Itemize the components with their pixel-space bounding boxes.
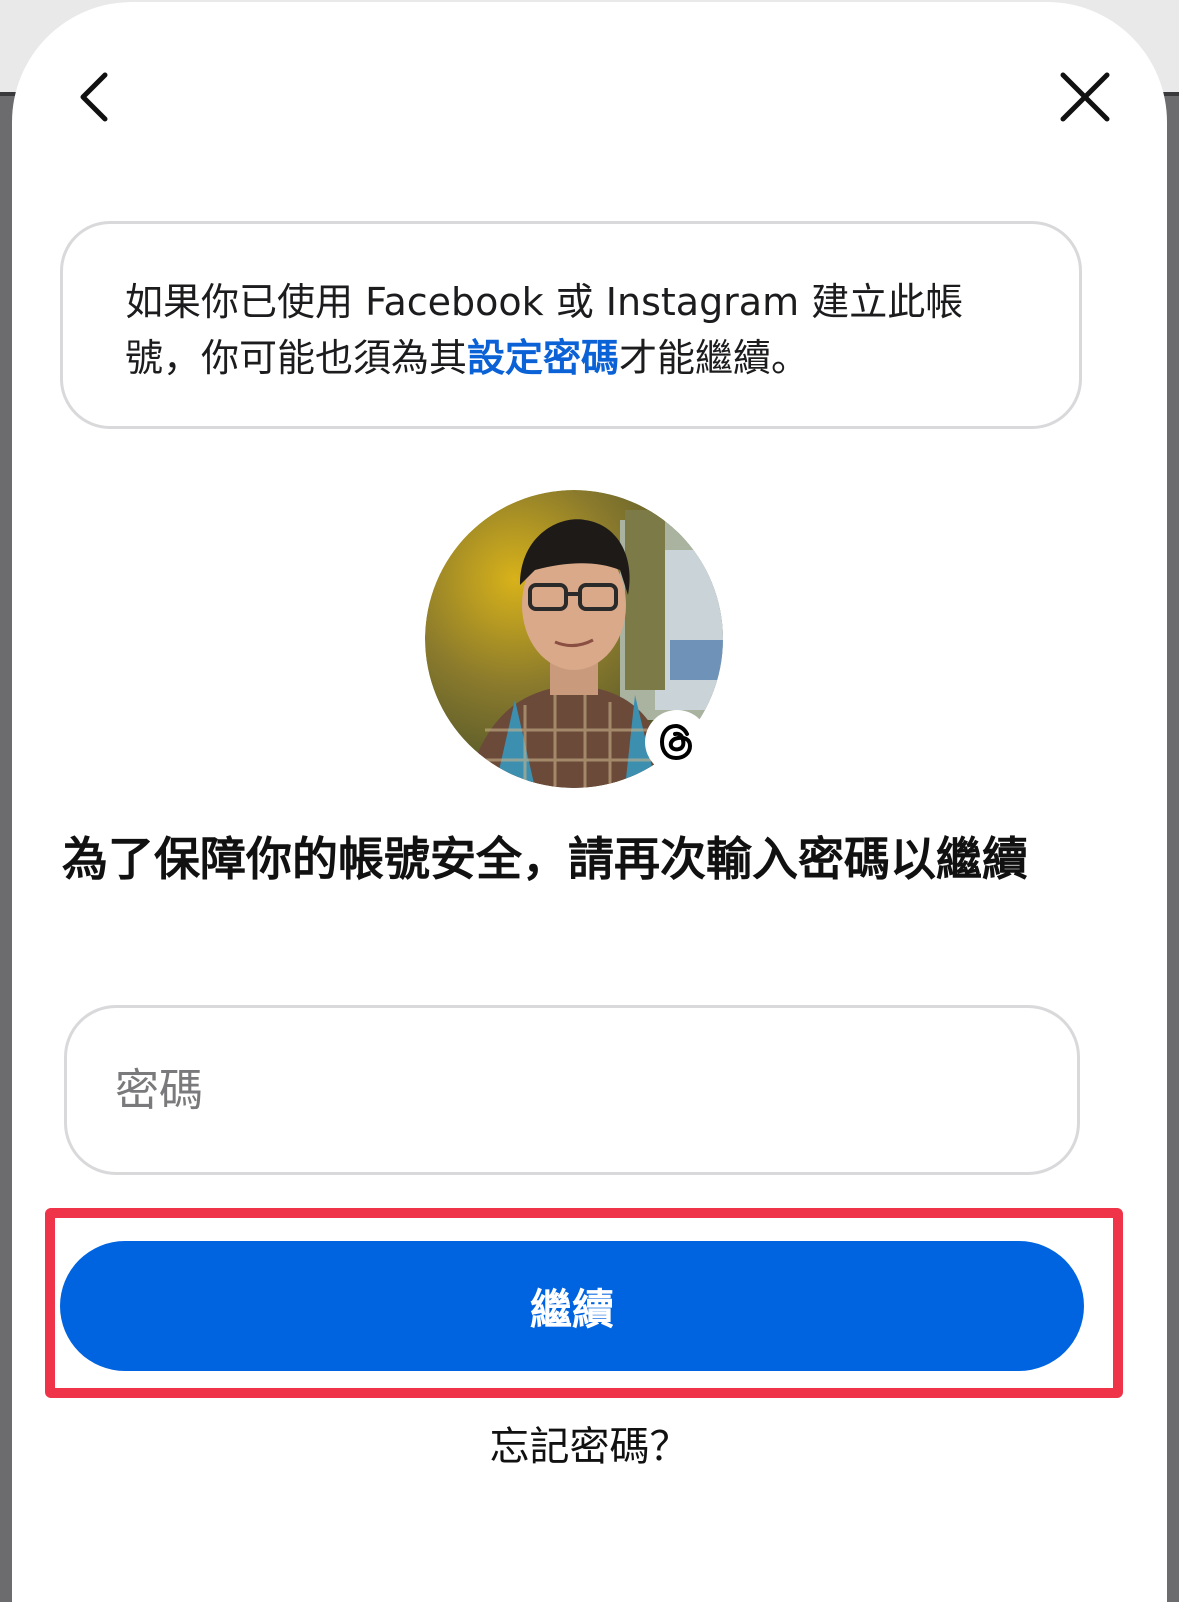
back-button[interactable] bbox=[60, 62, 130, 132]
threads-logo-icon bbox=[659, 723, 693, 761]
account-notice-card: 如果你已使用 Facebook 或 Instagram 建立此帳號，你可能也須為… bbox=[60, 221, 1082, 429]
profile-avatar bbox=[425, 490, 723, 788]
set-password-link[interactable]: 設定密碼 bbox=[467, 336, 619, 380]
notice-text-end: 才能繼續。 bbox=[619, 336, 810, 380]
security-prompt-heading: 為了保障你的帳號安全，請再次輸入密碼以繼續 bbox=[62, 832, 1028, 886]
chevron-left-icon bbox=[80, 72, 108, 122]
password-input[interactable] bbox=[64, 1005, 1080, 1175]
forgot-password-link[interactable]: 忘記密碼？ bbox=[0, 1414, 1179, 1472]
close-button[interactable] bbox=[1050, 62, 1120, 132]
continue-button[interactable]: 繼續 bbox=[60, 1241, 1084, 1371]
close-icon bbox=[1060, 72, 1110, 122]
threads-badge bbox=[645, 710, 709, 774]
